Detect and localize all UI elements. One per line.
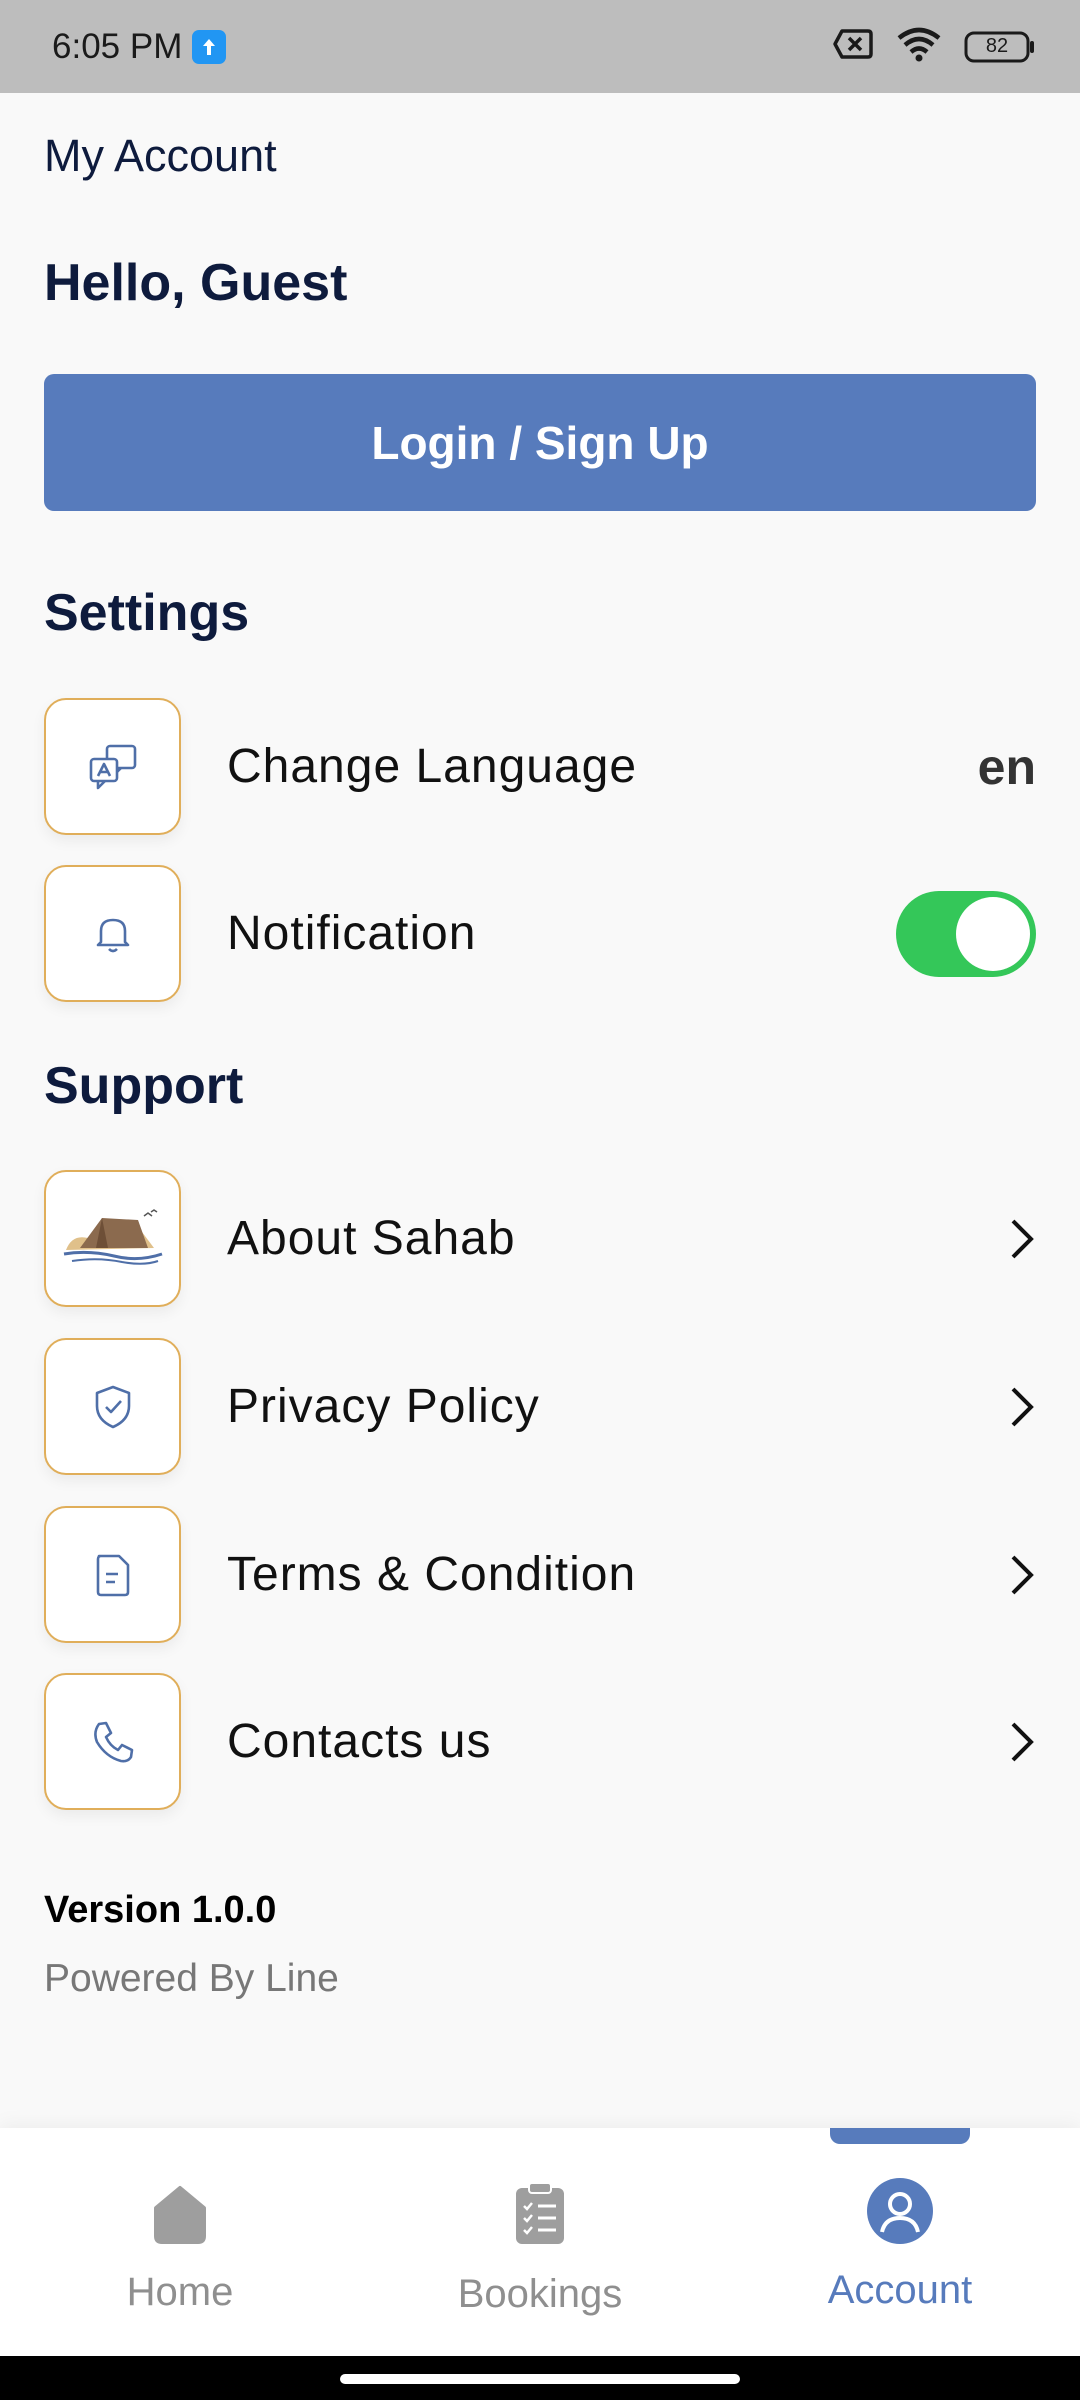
upload-icon xyxy=(192,29,227,64)
battery-level: 82 xyxy=(985,34,1009,57)
status-bar: 6:05 PM 82 xyxy=(0,0,1080,93)
login-signup-button[interactable]: Login / Sign Up xyxy=(44,374,1036,511)
notification-label: Notification xyxy=(227,907,477,960)
change-language-row[interactable]: Change Language en xyxy=(44,698,1036,835)
greeting: Hello, Guest xyxy=(44,254,348,312)
shield-check-icon xyxy=(44,1338,181,1475)
nav-account[interactable]: Account xyxy=(720,2128,1080,2356)
terms-condition-row[interactable]: Terms & Condition xyxy=(44,1506,1036,1643)
notification-toggle[interactable] xyxy=(896,890,1036,977)
app-version: Version 1.0.0 xyxy=(44,1889,277,1931)
privacy-policy-row[interactable]: Privacy Policy xyxy=(44,1338,1036,1475)
chevron-right-icon xyxy=(996,1718,1036,1766)
about-sahab-row[interactable]: About Sahab xyxy=(44,1170,1036,1307)
status-left: 6:05 PM xyxy=(52,26,227,67)
clipboard-checklist-icon xyxy=(514,2182,566,2251)
nav-bookings[interactable]: Bookings xyxy=(360,2128,720,2356)
status-time: 6:05 PM xyxy=(52,26,183,66)
page-title: My Account xyxy=(44,130,277,181)
settings-title: Settings xyxy=(44,584,250,642)
battery-icon: 82 xyxy=(964,30,1036,64)
gesture-area xyxy=(0,2356,1080,2400)
nav-account-label: Account xyxy=(827,2268,973,2312)
chevron-right-icon xyxy=(996,1215,1036,1263)
nav-home-label: Home xyxy=(126,2270,234,2314)
support-title: Support xyxy=(44,1057,244,1115)
home-gesture-bar[interactable] xyxy=(340,2374,740,2384)
chevron-right-icon xyxy=(996,1383,1036,1431)
translate-icon xyxy=(44,698,181,835)
nav-bookings-label: Bookings xyxy=(457,2272,623,2316)
about-sahab-label: About Sahab xyxy=(227,1212,516,1265)
user-avatar-icon xyxy=(867,2178,933,2249)
terms-condition-label: Terms & Condition xyxy=(227,1548,637,1601)
powered-by: Powered By Line xyxy=(44,1957,339,2000)
wifi-icon xyxy=(896,26,942,67)
change-language-label: Change Language xyxy=(227,740,638,793)
contacts-us-row[interactable]: Contacts us xyxy=(44,1673,1036,1810)
chevron-right-icon xyxy=(996,1551,1036,1599)
toggle-knob xyxy=(956,896,1030,971)
bottom-navigation: Home Bookings Account xyxy=(0,2128,1080,2356)
document-icon xyxy=(44,1506,181,1643)
notification-row: Notification xyxy=(44,865,1036,1002)
contacts-us-label: Contacts us xyxy=(227,1715,492,1768)
language-value: en xyxy=(977,738,1036,795)
bell-icon xyxy=(44,865,181,1002)
sahab-logo-icon xyxy=(44,1170,181,1307)
phone-icon xyxy=(44,1673,181,1810)
nav-home[interactable]: Home xyxy=(0,2128,360,2356)
privacy-policy-label: Privacy Policy xyxy=(227,1380,540,1433)
status-right: 82 xyxy=(832,26,1036,67)
home-icon xyxy=(152,2184,208,2249)
sim-off-icon xyxy=(832,28,874,65)
